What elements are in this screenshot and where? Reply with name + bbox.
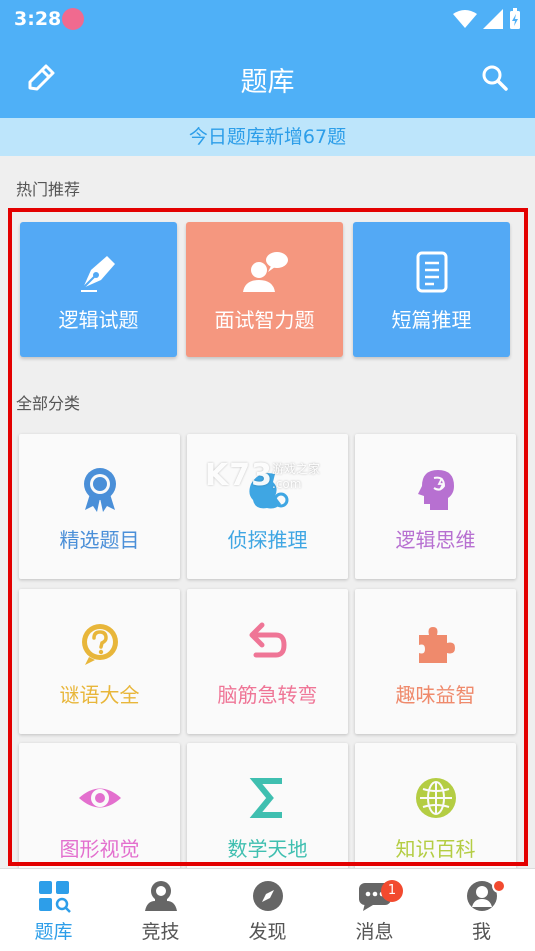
category-visual-graphics[interactable]: 图形视觉 xyxy=(19,743,180,888)
question-circle-icon xyxy=(81,624,118,665)
category-label: 侦探推理 xyxy=(227,528,308,552)
nav-label: 消息 xyxy=(355,921,394,943)
bottom-nav: 题库 竞技 发现 消息 我 xyxy=(0,868,535,951)
undo-arrow-icon xyxy=(249,622,287,658)
app-bar: 题库 xyxy=(0,38,535,118)
sigma-icon xyxy=(249,778,282,818)
category-label: 数学天地 xyxy=(227,837,308,861)
interview-icon xyxy=(242,252,288,292)
puzzle-piece-icon xyxy=(418,627,455,663)
nav-label: 题库 xyxy=(34,921,73,943)
watermark-logo: K73 xyxy=(205,458,273,493)
user-group-icon xyxy=(144,881,177,911)
compass-icon xyxy=(252,881,283,911)
status-bar: 3:28 xyxy=(0,0,535,38)
nav-label: 我 xyxy=(471,921,491,943)
hot-card-short-reasoning[interactable]: 短篇推理 xyxy=(353,222,510,357)
category-fun-puzzles[interactable]: 趣味益智 xyxy=(355,589,516,734)
brain-head-icon xyxy=(417,470,454,510)
category-label: 图形视觉 xyxy=(59,837,140,861)
category-label: 谜语大全 xyxy=(59,683,140,707)
nav-label: 发现 xyxy=(248,921,287,943)
category-label: 精选题目 xyxy=(59,528,140,552)
category-brain-teasers[interactable]: 脑筋急转弯 xyxy=(187,589,348,734)
search-icon xyxy=(482,65,508,91)
hot-card-logic-questions[interactable]: 逻辑试题 xyxy=(20,222,177,357)
category-math-world[interactable]: 数学天地 xyxy=(187,743,348,888)
nav-label: 竞技 xyxy=(141,921,180,943)
hot-card-label: 逻辑试题 xyxy=(58,308,139,332)
category-label: 知识百科 xyxy=(395,837,476,861)
category-detective-reasoning[interactable]: 侦探推理 xyxy=(187,434,348,579)
hot-section-label: 热门推荐 xyxy=(16,180,81,199)
category-logical-thinking[interactable]: 逻辑思维 xyxy=(355,434,516,579)
nav-item-messages[interactable]: 消息 xyxy=(321,869,428,951)
category-label: 脑筋急转弯 xyxy=(217,683,318,707)
page-title: 题库 xyxy=(240,67,295,98)
nav-item-compete[interactable]: 竞技 xyxy=(107,869,214,951)
globe-icon xyxy=(415,778,456,818)
grid-search-icon xyxy=(38,881,71,913)
nav-item-me[interactable]: 我 xyxy=(428,869,535,951)
search-button[interactable] xyxy=(475,58,515,98)
signal-icon xyxy=(483,9,503,29)
nav-item-discover[interactable]: 发现 xyxy=(214,869,321,951)
wifi-icon xyxy=(453,10,477,28)
category-riddles[interactable]: 谜语大全 xyxy=(19,589,180,734)
category-encyclopedia[interactable]: 知识百科 xyxy=(355,743,516,888)
categories-section-label: 全部分类 xyxy=(16,394,81,413)
new-questions-banner: 今日题库新增67题 xyxy=(0,118,535,156)
category-selected-questions[interactable]: 精选题目 xyxy=(19,434,180,579)
category-label: 趣味益智 xyxy=(395,683,476,707)
document-icon xyxy=(416,251,447,293)
messages-badge: 1 xyxy=(381,880,403,902)
hot-card-label: 面试智力题 xyxy=(214,308,315,332)
battery-icon xyxy=(510,8,520,29)
pen-nib-icon xyxy=(80,256,115,292)
status-time: 3:28 xyxy=(14,8,62,30)
watermark-subtext: 游戏之家 .com xyxy=(272,462,321,491)
eye-icon xyxy=(78,788,121,808)
category-label: 逻辑思维 xyxy=(395,528,476,552)
hot-card-interview-puzzles[interactable]: 面试智力题 xyxy=(186,222,343,357)
nav-item-question-bank[interactable]: 题库 xyxy=(0,869,107,951)
award-ribbon-icon xyxy=(83,468,116,512)
me-notification-dot xyxy=(492,879,506,893)
notification-app-icon xyxy=(62,8,84,30)
hot-card-label: 短篇推理 xyxy=(391,308,472,332)
status-icons xyxy=(453,8,521,30)
